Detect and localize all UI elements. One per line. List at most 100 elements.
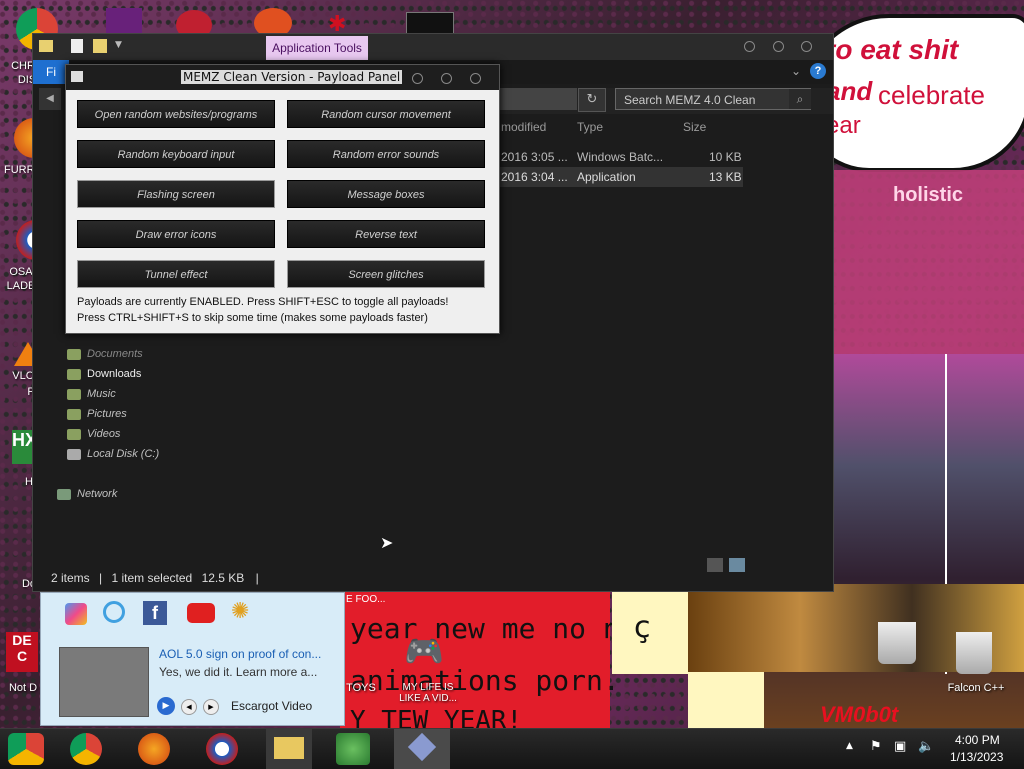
table-row[interactable]: 2016 3:05 ... Windows Batc... 10 KB: [499, 147, 743, 167]
minimize-button[interactable]: [744, 41, 755, 52]
network-icon: [57, 489, 71, 500]
videos-icon: [67, 429, 81, 440]
red-banner-line-2: animations porn.: [350, 664, 620, 697]
nav-label: Documents: [87, 348, 143, 360]
nav-label: Downloads: [87, 368, 142, 380]
payload-button-error-sounds[interactable]: Random error sounds: [287, 140, 485, 168]
new-folder-icon[interactable]: [93, 39, 107, 53]
yellow-panel-2: [688, 672, 764, 730]
column-header-size[interactable]: Size: [683, 120, 706, 134]
explorer-titlebar: ▼ Application Tools: [33, 34, 833, 60]
payload-button-cursor-movement[interactable]: Random cursor movement: [287, 100, 485, 128]
vm-text: VM0b0t: [820, 702, 899, 727]
obama-taskbar-icon[interactable]: [206, 733, 238, 765]
facebook-icon[interactable]: f: [143, 601, 167, 625]
clock-time[interactable]: 4:00 PM: [955, 733, 1000, 747]
gamepad-icon[interactable]: 🎮: [404, 632, 452, 672]
row-modified: 2016 3:04 ...: [501, 170, 568, 184]
chrome-taskbar-icon[interactable]: [70, 733, 102, 765]
explorer-taskbar-button[interactable]: [266, 729, 312, 769]
row-size: 13 KB: [709, 170, 742, 184]
search-input[interactable]: Search MEMZ 4.0 Clean: [615, 88, 811, 110]
mouse-pointer-icon: ➤: [380, 533, 394, 552]
payload-button-random-websites[interactable]: Open random websites/programs: [77, 100, 275, 128]
tab-file[interactable]: Fi: [33, 60, 69, 84]
column-header-type[interactable]: Type: [577, 120, 603, 134]
recycle-bin-icon[interactable]: [878, 622, 916, 664]
row-type: Application: [577, 170, 636, 184]
back-button[interactable]: ◀: [39, 88, 61, 110]
de-icon-label-2: C: [16, 648, 28, 664]
payload-button-tunnel-effect[interactable]: Tunnel effect: [77, 260, 275, 288]
window-icon: [71, 71, 83, 82]
sun-icon[interactable]: ✺: [231, 599, 249, 624]
memz-title: MEMZ Clean Version - Payload Panel: [181, 70, 403, 84]
flag-icon[interactable]: ⚑: [870, 739, 882, 754]
clock-date[interactable]: 1/13/2023: [950, 750, 1003, 764]
address-field[interactable]: [499, 88, 577, 110]
tiles-view-icon[interactable]: [729, 558, 745, 572]
status-items: 2 items: [51, 571, 90, 585]
volume-icon[interactable]: 🔈: [918, 739, 934, 754]
status-separator: |: [99, 571, 103, 585]
help-icon[interactable]: ?: [810, 63, 826, 79]
payload-button-error-icons[interactable]: Draw error icons: [77, 220, 275, 248]
desktop-label-3: FURR: [4, 164, 35, 176]
maximize-button[interactable]: [441, 73, 452, 84]
tray-expand-icon[interactable]: ▲: [846, 741, 853, 751]
nav-label: Music: [87, 388, 116, 400]
payload-button-keyboard-input[interactable]: Random keyboard input: [77, 140, 275, 168]
video-title-link[interactable]: AOL 5.0 sign on proof of con...: [159, 647, 321, 661]
column-header-modified[interactable]: modified: [501, 120, 546, 134]
pink-text: holistic: [893, 184, 964, 206]
pictures-icon: [67, 409, 81, 420]
folder-icon: [274, 737, 304, 759]
previous-icon[interactable]: ◀: [181, 699, 197, 715]
documents-icon: [67, 349, 81, 360]
row-size: 10 KB: [709, 150, 742, 164]
drive-icon: [67, 449, 81, 460]
payload-button-screen-glitches[interactable]: Screen glitches: [287, 260, 485, 288]
close-button[interactable]: [470, 73, 481, 84]
red-banner-line-1: year new me no n: [350, 612, 620, 645]
payload-button-reverse-text[interactable]: Reverse text: [287, 220, 485, 248]
memz-taskbar-button[interactable]: [394, 729, 450, 769]
network-icon[interactable]: ▣: [894, 739, 906, 754]
app-icon[interactable]: [65, 603, 87, 625]
speech-text-1: to eat shit: [826, 34, 959, 65]
row-modified: 2016 3:05 ...: [501, 150, 568, 164]
close-button[interactable]: [801, 41, 812, 52]
video-thumbnail[interactable]: [59, 647, 149, 717]
payload-button-message-boxes[interactable]: Message boxes: [287, 180, 485, 208]
recycle-bin-icon-2[interactable]: [956, 632, 992, 674]
memz-titlebar: MEMZ Clean Version - Payload Panel: [66, 65, 499, 90]
tab-application-tools[interactable]: Application Tools: [266, 36, 368, 60]
network-taskbar-icon[interactable]: [336, 733, 370, 765]
game-label: MY LIFE IS LIKE A VID...: [399, 682, 457, 704]
nav-label: Videos: [87, 428, 121, 440]
properties-icon[interactable]: [71, 39, 83, 53]
payload-button-flashing-screen[interactable]: Flashing screen: [77, 180, 275, 208]
music-icon: [67, 389, 81, 400]
firefox-taskbar-icon[interactable]: [138, 733, 170, 765]
c-icon[interactable]: [103, 601, 125, 623]
nav-label: Pictures: [87, 408, 127, 420]
refresh-button[interactable]: ↻: [578, 88, 606, 112]
search-icon[interactable]: ⌕: [789, 89, 811, 109]
chevron-down-icon[interactable]: ▼: [115, 40, 122, 50]
next-icon[interactable]: ▶: [203, 699, 219, 715]
minimize-button[interactable]: [412, 73, 423, 84]
chevron-down-icon[interactable]: ⌄: [791, 64, 801, 78]
youtube-icon[interactable]: [187, 603, 215, 623]
de-icon[interactable]: DE C: [6, 632, 38, 672]
desktop-label-10: Not D: [8, 682, 38, 694]
maximize-button[interactable]: [773, 41, 784, 52]
start-button[interactable]: [8, 733, 44, 765]
toys-label: TOYS: [346, 682, 376, 694]
play-icon[interactable]: ▶: [157, 697, 175, 715]
details-view-icon[interactable]: [707, 558, 723, 572]
memz-payload-panel: MEMZ Clean Version - Payload Panel Open …: [65, 64, 500, 334]
table-row-selected[interactable]: 2016 3:04 ... Application 13 KB: [499, 167, 743, 187]
video-widget: f ✺ AOL 5.0 sign on proof of con... Yes,…: [40, 592, 345, 726]
memz-status-note: Payloads are currently ENABLED. Press SH…: [77, 296, 449, 308]
